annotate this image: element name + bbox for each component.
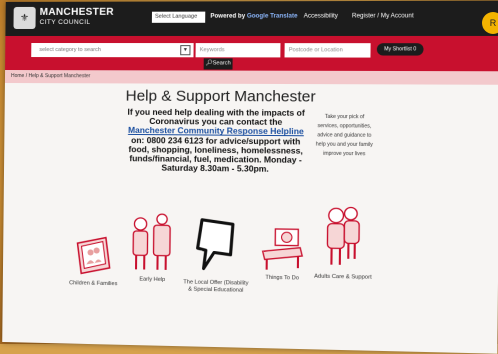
- council-logo[interactable]: ⚜ MANCHESTER CITY COUNCIL: [13, 7, 113, 29]
- keyword-input[interactable]: Keywords: [196, 43, 281, 57]
- logo-title: MANCHESTER: [40, 8, 114, 18]
- tile-adults-care[interactable]: Adults Care & Support: [309, 205, 377, 282]
- tile-label: Things To Do: [251, 274, 314, 282]
- page-title: Help & Support Manchester: [126, 87, 316, 105]
- browser-screen: ⚜ MANCHESTER CITY COUNCIL Select Languag…: [2, 1, 498, 354]
- category-select[interactable]: select category to search ▾: [31, 43, 193, 57]
- tile-things-to-do[interactable]: Things To Do: [251, 225, 314, 283]
- tile-local-offer[interactable]: The Local Offer (Disability & Special Ed…: [183, 213, 250, 294]
- tile-children-families[interactable]: Children & Families: [61, 229, 126, 289]
- top-bar: ⚜ MANCHESTER CITY COUNCIL Select Languag…: [5, 1, 498, 36]
- tile-label: Adults Care & Support: [309, 273, 376, 281]
- intro-text: Take your pick of services, opportunitie…: [314, 113, 375, 160]
- powered-by-translate: Powered by Google Translate: [210, 13, 297, 19]
- accessibility-link[interactable]: Accessibility: [304, 13, 338, 19]
- shortlist-count: 0: [413, 46, 416, 52]
- tile-label: The Local Offer (Disability & Special Ed…: [183, 279, 249, 294]
- early-help-icon: [127, 213, 179, 274]
- postcode-input[interactable]: Postcode or Location: [285, 43, 371, 57]
- language-select[interactable]: Select Language: [152, 12, 205, 23]
- main-content: Help & Support Manchester If you need he…: [2, 83, 498, 354]
- corner-badge: R: [482, 12, 498, 34]
- park-bench-icon: [256, 225, 309, 273]
- register-link[interactable]: Register / My Account: [352, 13, 414, 19]
- google-translate-link[interactable]: Google Translate: [247, 13, 298, 19]
- covid-notice: If you need help dealing with the impact…: [125, 108, 307, 175]
- speech-bubble-icon: [191, 214, 241, 278]
- search-button[interactable]: 🔎︎Search: [204, 58, 233, 69]
- shortlist-button[interactable]: My Shortlist 0: [377, 43, 424, 55]
- tile-early-help[interactable]: Early Help: [122, 213, 184, 285]
- family-picture-icon: [69, 229, 118, 278]
- chevron-down-icon[interactable]: ▾: [180, 45, 190, 55]
- adult-care-icon: [321, 205, 366, 271]
- search-bar: select category to search ▾ Keywords Pos…: [5, 36, 498, 71]
- crest-icon: ⚜: [13, 7, 35, 29]
- tile-label: Early Help: [122, 276, 183, 284]
- tile-label: Children & Families: [61, 280, 126, 288]
- logo-subtitle: CITY COUNCIL: [40, 18, 114, 28]
- search-icon: 🔎︎: [206, 60, 213, 66]
